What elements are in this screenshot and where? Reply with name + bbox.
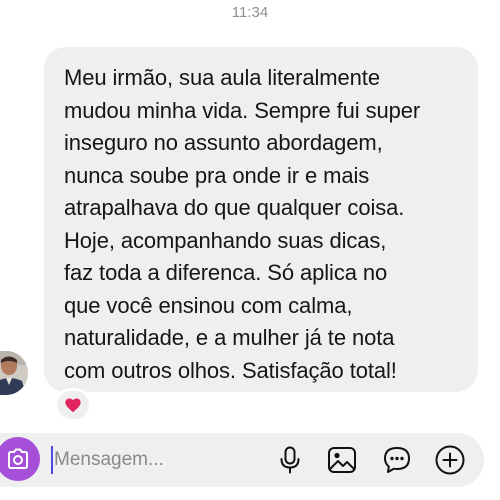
- microphone-icon: [280, 446, 300, 474]
- gallery-icon: [328, 447, 356, 473]
- message-line: nunca soube pra onde ir e mais: [64, 162, 370, 188]
- message-line: que você ensinou com calma,: [64, 292, 353, 318]
- sticker-button[interactable]: [381, 444, 413, 476]
- sticker-icon: [384, 447, 410, 473]
- camera-icon: [8, 448, 28, 469]
- message-bubble[interactable]: Meu irmão, sua aula literalmente mudou m…: [44, 47, 478, 392]
- gallery-button[interactable]: [326, 444, 358, 476]
- message-line: Hoje, acompanhando suas dicas,: [64, 227, 387, 253]
- message-line: inseguro no assunto abordagem,: [64, 130, 383, 155]
- message-line: atrapalhava do que qualquer coisa.: [64, 195, 405, 220]
- heart-icon: [65, 398, 81, 413]
- message-line: com outros olhos. Satisfação total!: [64, 357, 397, 383]
- plus-icon: [435, 445, 465, 475]
- plus-button[interactable]: [434, 444, 466, 476]
- message-line: Meu irmão, sua aula literalmente: [64, 65, 380, 90]
- message-input[interactable]: [50, 444, 264, 476]
- text-cursor: [51, 446, 53, 474]
- message-line: mudou minha vida. Sempre fui super: [64, 97, 421, 123]
- avatar[interactable]: [0, 351, 28, 395]
- microphone-button[interactable]: [274, 444, 306, 476]
- message-line: naturalidade, e a mulher já te nota: [64, 325, 395, 350]
- heart-reaction[interactable]: [54, 388, 92, 422]
- message-line: faz toda a diferenca. Só aplica no: [64, 260, 388, 285]
- message-timestamp: 11:34: [231, 4, 269, 21]
